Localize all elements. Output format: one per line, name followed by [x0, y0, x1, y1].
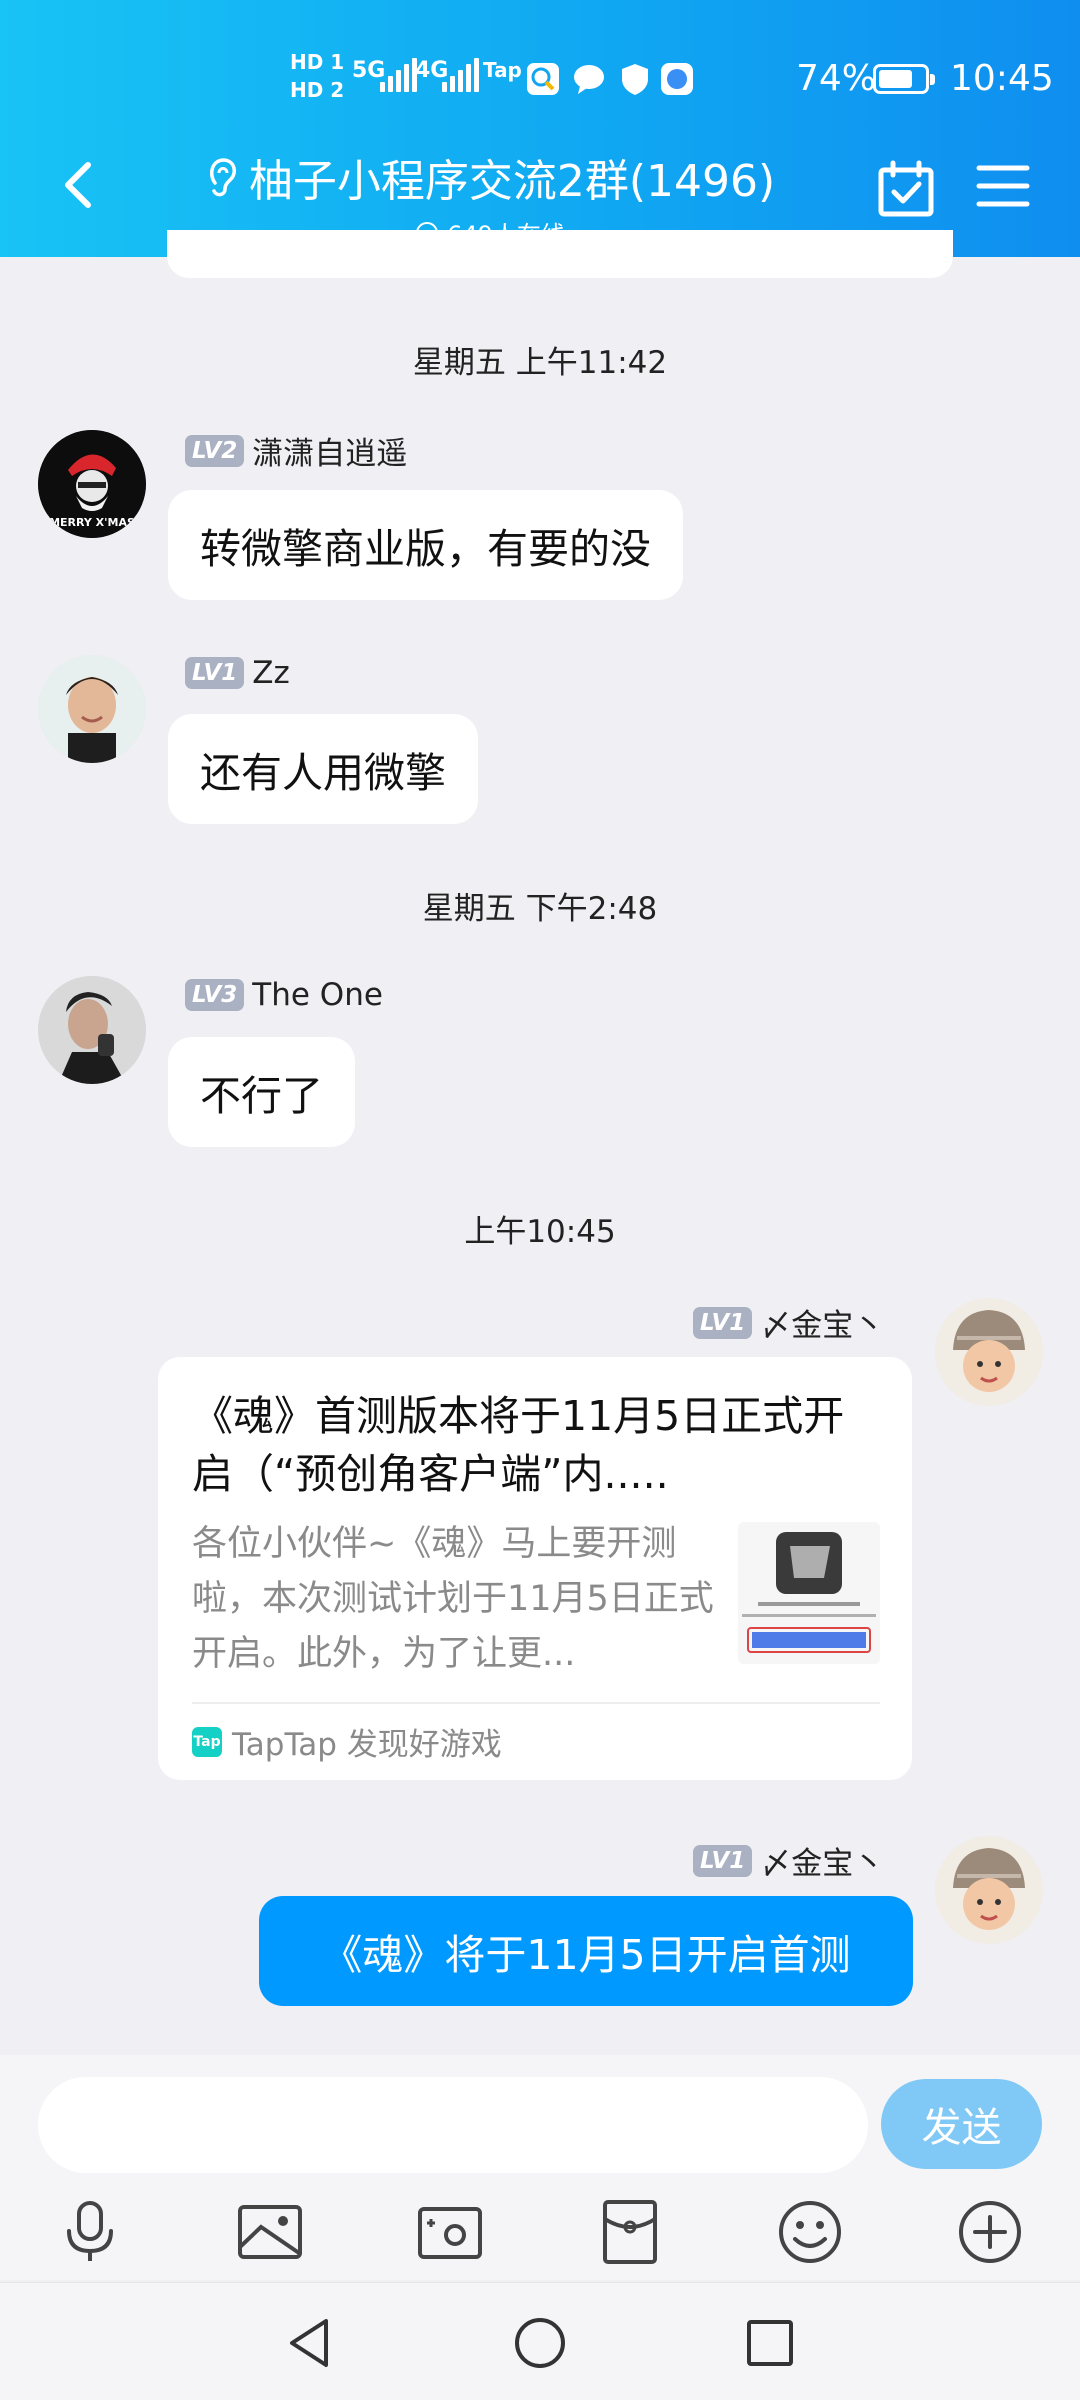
status-bar: HD 1 HD 2 5G 4G Tap 74% 10:45 — [0, 48, 1080, 108]
group-name: 柚子小程序交流2群(1496) — [248, 156, 776, 207]
emoji-icon[interactable] — [775, 2197, 845, 2267]
app-notification-icon — [527, 63, 559, 95]
level-badge: LV1 — [693, 1844, 753, 1877]
image-icon[interactable] — [235, 2197, 305, 2267]
card-source-label: TapTap 发现好游戏 — [232, 1727, 502, 1763]
shield-icon — [622, 64, 648, 95]
sender-name[interactable]: 〆金宝丶 — [760, 1838, 884, 1883]
avatar[interactable]: MERRY X'MAS — [38, 430, 146, 538]
sender-row: LV1 〆金宝丶 — [693, 1300, 884, 1345]
message-notification-icon — [574, 65, 604, 94]
battery-percent: 74% — [796, 58, 877, 99]
avatar[interactable] — [38, 976, 146, 1084]
svg-text:MERRY X'MAS: MERRY X'MAS — [49, 516, 135, 529]
timestamp: 星期五 下午2:48 — [422, 891, 658, 927]
message-bubble[interactable]: 还有人用微擎 — [168, 714, 478, 824]
hd-indicator: HD 1 HD 2 — [290, 48, 344, 104]
sender-name[interactable]: 潇潇自逍遥 — [252, 428, 407, 473]
signal-bars-icon — [380, 56, 417, 92]
tap-app-label: Tap — [483, 58, 522, 82]
chat-title: 柚子小程序交流2群(1496) — [205, 145, 775, 209]
self-avatar[interactable] — [935, 1836, 1043, 1944]
sender-row: LV1 Zz — [185, 655, 290, 691]
card-description: 各位小伙伴~《魂》马上要开测啦，本次测试计划于11月5日正式开启。此外，为了让更… — [192, 1524, 714, 1674]
timestamp: 星期五 上午11:42 — [412, 345, 668, 381]
calendar-check-icon[interactable] — [876, 159, 936, 219]
camera-icon[interactable] — [415, 2197, 485, 2267]
sender-row: LV1 〆金宝丶 — [693, 1838, 884, 1883]
card-title: 《魂》首测版本将于11月5日正式开启（“预创角客户端”内..... — [192, 1392, 845, 1498]
chat-nav: 柚子小程序交流2群(1496) 649人在线 — [0, 145, 1080, 249]
input-bar: 发送 — [0, 2055, 1080, 2280]
avatar[interactable] — [38, 655, 146, 763]
plus-icon[interactable] — [955, 2197, 1025, 2267]
level-badge: LV2 — [185, 434, 245, 467]
nav-recents-icon[interactable] — [740, 2313, 800, 2373]
header-bar: HD 1 HD 2 5G 4G Tap 74% 10:45 柚子小程序交流2群(… — [0, 0, 1080, 257]
self-avatar[interactable] — [935, 1298, 1043, 1406]
ear-icon — [209, 158, 236, 197]
system-nav-bar — [0, 2282, 1080, 2400]
nav-home-icon[interactable] — [510, 2313, 570, 2373]
card-divider — [192, 1702, 880, 1704]
send-button[interactable]: 发送 — [881, 2079, 1042, 2169]
timestamp: 上午10:45 — [464, 1214, 616, 1250]
hd1-label: HD 1 — [290, 50, 345, 74]
sender-name[interactable]: The One — [252, 977, 383, 1013]
shared-link-card[interactable]: 《魂》首测版本将于11月5日正式开启（“预创角客户端”内..... 各位小伙伴~… — [158, 1357, 912, 1780]
sender-row: LV3 The One — [185, 977, 383, 1013]
level-badge: LV3 — [185, 979, 245, 1011]
sender-name[interactable]: Zz — [252, 655, 290, 691]
level-badge: LV1 — [185, 657, 245, 689]
signal-bars-2-icon — [442, 56, 479, 92]
own-message-bubble[interactable]: 《魂》将于11月5日开启首测 — [259, 1896, 913, 2006]
hd2-label: HD 2 — [290, 78, 345, 102]
menu-icon[interactable] — [976, 163, 1030, 209]
microphone-icon[interactable] — [55, 2197, 125, 2267]
message-input[interactable] — [38, 2077, 868, 2173]
level-badge: LV1 — [693, 1306, 753, 1339]
back-icon[interactable] — [50, 155, 110, 215]
taptap-logo-icon: Tap — [192, 1726, 222, 1757]
card-thumbnail — [738, 1522, 880, 1664]
sender-name[interactable]: 〆金宝丶 — [760, 1300, 884, 1345]
nav-back-icon[interactable] — [280, 2313, 340, 2373]
message-bubble[interactable]: 不行了 — [168, 1037, 355, 1147]
card-source: Tap TapTap 发现好游戏 — [192, 1719, 502, 1764]
message-bubble[interactable]: 转微擎商业版，有要的没 — [168, 490, 683, 600]
status-time: 10:45 — [950, 58, 1054, 99]
sender-row: LV2 潇潇自逍遥 — [185, 428, 407, 473]
battery-fill — [879, 70, 912, 88]
previous-message-edge — [167, 230, 953, 278]
red-packet-icon[interactable] — [595, 2197, 665, 2267]
battery-icon — [873, 64, 935, 94]
browser-notification-icon — [661, 63, 693, 95]
